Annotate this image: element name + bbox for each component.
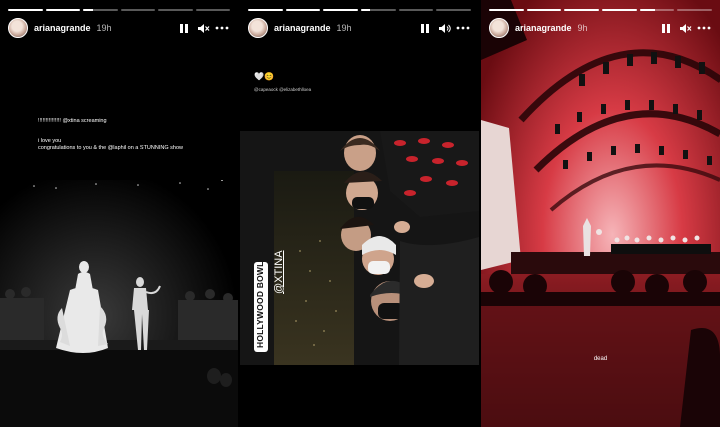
- story-caption-line-3: congratulations to you & the @laphil on …: [38, 145, 183, 151]
- username[interactable]: arianagrande: [34, 23, 91, 33]
- more-icon[interactable]: [455, 20, 471, 36]
- mentions-text[interactable]: @capeaock @elizabethlloea: [254, 87, 311, 92]
- progress-segment: [361, 9, 396, 11]
- progress-segment: [195, 9, 230, 11]
- story-header: arianagrande 19h: [248, 17, 471, 39]
- story-time: 19h: [96, 23, 112, 33]
- story-card-2[interactable]: arianagrande 19h 🤍😊 @capeaock @elizabeth…: [240, 0, 479, 427]
- more-icon[interactable]: [696, 20, 712, 36]
- progress-segment: [120, 9, 155, 11]
- story-header: arianagrande 19h: [8, 17, 230, 39]
- story-header: arianagrande 9h: [489, 17, 712, 39]
- hollywood-bowl-stage-photo: [481, 0, 720, 427]
- username[interactable]: arianagrande: [515, 23, 572, 33]
- location-sticker-label[interactable]: HOLLYWOOD BOWL: [255, 261, 265, 348]
- progress-segment: [158, 9, 193, 11]
- story-caption: dead: [593, 356, 608, 362]
- progress-segment: [83, 9, 118, 11]
- story-time: 9h: [577, 23, 588, 33]
- progress-segment: [45, 9, 80, 11]
- progress-segment: [398, 9, 434, 11]
- concert-photo-bw: [0, 180, 238, 427]
- avatar[interactable]: [8, 18, 28, 38]
- story-progress-bars: [248, 9, 472, 11]
- pause-icon[interactable]: [417, 20, 433, 36]
- progress-segment: [489, 9, 524, 11]
- story-progress-bars: [489, 9, 713, 11]
- avatar[interactable]: [248, 18, 268, 38]
- progress-segment: [526, 9, 562, 11]
- progress-segment: [602, 9, 637, 11]
- progress-segment: [639, 9, 675, 11]
- story-card-1[interactable]: arianagrande 19h !!!!!!!!!!!!!!! @xtina …: [0, 0, 238, 427]
- progress-segment: [436, 9, 472, 11]
- volume-icon[interactable]: [436, 20, 452, 36]
- more-icon[interactable]: [214, 20, 230, 36]
- story-time: 19h: [336, 23, 352, 33]
- story-caption-line-1: !!!!!!!!!!!!!!! @xtina screaming: [38, 118, 107, 124]
- mention-sticker[interactable]: @XTINA: [273, 250, 285, 294]
- pause-icon[interactable]: [658, 20, 674, 36]
- avatar[interactable]: [489, 18, 509, 38]
- emoji-text: 🤍😊: [254, 72, 274, 81]
- progress-segment: [677, 9, 713, 11]
- progress-segment: [285, 9, 321, 11]
- progress-segment: [323, 9, 359, 11]
- progress-segment: [8, 9, 43, 11]
- pause-icon[interactable]: [176, 20, 192, 36]
- story-progress-bars: [8, 9, 230, 11]
- story-card-3[interactable]: arianagrande 9h dead: [481, 0, 720, 427]
- progress-segment: [248, 9, 283, 11]
- group-selfie-photo: [240, 131, 479, 365]
- story-caption-line-2: i love you: [38, 138, 62, 144]
- mute-icon[interactable]: [677, 20, 693, 36]
- mute-icon[interactable]: [195, 20, 211, 36]
- username[interactable]: arianagrande: [274, 23, 331, 33]
- progress-segment: [564, 9, 600, 11]
